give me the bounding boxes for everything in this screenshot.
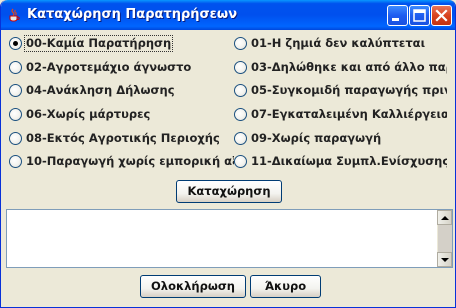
title-bar[interactable]: Καταχώρηση Παρατηρήσεων bbox=[1, 0, 455, 30]
close-button[interactable] bbox=[431, 5, 452, 26]
java-cup-icon bbox=[9, 8, 20, 22]
option-06[interactable]: 06-Χωρίς μάρτυρες bbox=[9, 106, 224, 124]
cancel-button[interactable]: Άκυρο bbox=[250, 275, 321, 298]
option-label: 03-Δηλώθηκε και από άλλο παρα... bbox=[251, 60, 447, 74]
option-11[interactable]: 11-Δικαίωμα Συμπλ.Ενίσχυσης bbox=[234, 153, 449, 171]
radio-button[interactable] bbox=[234, 84, 247, 97]
option-label: 02-Αγροτεμάχιο άγνωστο bbox=[26, 60, 192, 74]
minimize-icon bbox=[392, 18, 399, 21]
option-04[interactable]: 04-Ανάκληση Δήλωσης bbox=[9, 82, 224, 100]
radio-button[interactable] bbox=[234, 132, 247, 145]
scroll-track[interactable] bbox=[437, 225, 452, 252]
notes-textarea[interactable] bbox=[6, 209, 453, 268]
close-icon bbox=[435, 9, 448, 22]
radio-button[interactable] bbox=[234, 61, 247, 74]
option-label: 10-Παραγωγή χωρίς εμπορική αξία bbox=[26, 154, 234, 168]
radio-button[interactable] bbox=[9, 155, 22, 168]
radio-button[interactable] bbox=[234, 155, 247, 168]
radio-button[interactable] bbox=[9, 84, 22, 97]
scroll-down-button[interactable] bbox=[437, 252, 452, 267]
radio-button[interactable] bbox=[234, 37, 247, 50]
option-label: 06-Χωρίς μάρτυρες bbox=[26, 107, 151, 121]
arrow-up-icon bbox=[441, 216, 449, 220]
maximize-button[interactable] bbox=[409, 5, 430, 26]
maximize-icon bbox=[413, 9, 426, 22]
option-label: 07-Εγκαταλειμένη Καλλιέργεια bbox=[251, 107, 447, 121]
complete-button[interactable]: Ολοκλήρωση bbox=[140, 275, 246, 298]
option-07[interactable]: 07-Εγκαταλειμένη Καλλιέργεια bbox=[234, 106, 449, 124]
radio-button[interactable] bbox=[234, 108, 247, 121]
option-label: 09-Χωρίς παραγωγή bbox=[251, 131, 382, 145]
arrow-down-icon bbox=[441, 258, 449, 262]
radio-button[interactable] bbox=[9, 61, 22, 74]
window-title: Καταχώρηση Παρατηρήσεων bbox=[27, 7, 238, 22]
option-02[interactable]: 02-Αγροτεμάχιο άγνωστο bbox=[9, 59, 224, 77]
radio-button[interactable] bbox=[9, 37, 22, 50]
radio-button[interactable] bbox=[9, 108, 22, 121]
option-label: 00-Καμία Παρατήρηση bbox=[23, 35, 174, 52]
minimize-button[interactable] bbox=[387, 5, 408, 26]
register-button[interactable]: Καταχώρηση bbox=[176, 180, 282, 203]
option-05[interactable]: 05-Συγκομιδή παραγωγής πριν τ... bbox=[234, 82, 449, 100]
option-label: 11-Δικαίωμα Συμπλ.Ενίσχυσης bbox=[251, 154, 447, 168]
notes-scrollbar[interactable] bbox=[437, 210, 452, 267]
option-label: 04-Ανάκληση Δήλωσης bbox=[26, 83, 175, 97]
dialog-window: Καταχώρηση Παρατηρήσεων 00-Καμία Παρατήρ… bbox=[0, 0, 456, 308]
option-00[interactable]: 00-Καμία Παρατήρηση bbox=[9, 35, 209, 53]
option-10[interactable]: 10-Παραγωγή χωρίς εμπορική αξία bbox=[9, 153, 234, 171]
option-label: 01-Η ζημιά δεν καλύπτεται bbox=[251, 36, 426, 50]
option-label: 05-Συγκομιδή παραγωγής πριν τ... bbox=[251, 83, 447, 97]
radio-button[interactable] bbox=[9, 132, 22, 145]
scroll-up-button[interactable] bbox=[437, 210, 452, 225]
option-08[interactable]: 08-Εκτός Αγροτικής Περιοχής bbox=[9, 130, 224, 148]
option-09[interactable]: 09-Χωρίς παραγωγή bbox=[234, 130, 449, 148]
option-03[interactable]: 03-Δηλώθηκε και από άλλο παρα... bbox=[234, 59, 449, 77]
option-label: 08-Εκτός Αγροτικής Περιοχής bbox=[26, 131, 220, 145]
option-01[interactable]: 01-Η ζημιά δεν καλύπτεται bbox=[234, 35, 449, 53]
